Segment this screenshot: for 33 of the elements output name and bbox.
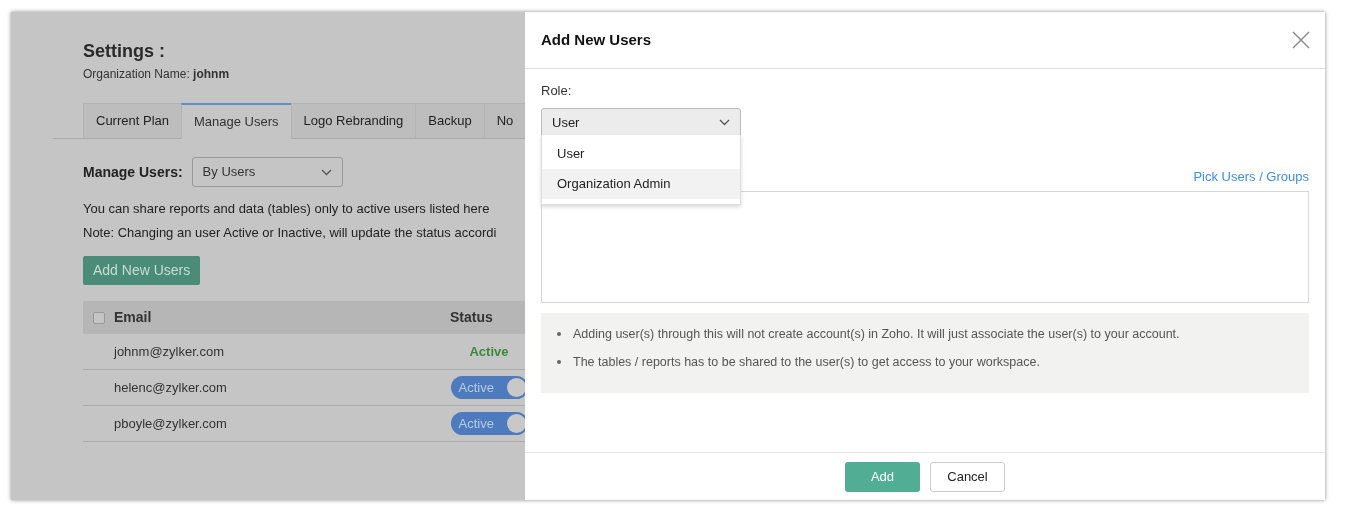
pick-users-link[interactable]: Pick Users / Groups: [1193, 168, 1309, 184]
tab[interactable]: No: [483, 103, 525, 138]
role-dropdown[interactable]: User: [541, 107, 741, 138]
tab[interactable]: Logo Rebranding: [290, 103, 417, 138]
status-text: Active: [469, 342, 509, 361]
chevron-down-icon: [719, 119, 730, 126]
tab[interactable]: Current Plan: [83, 103, 182, 138]
tab[interactable]: Manage Users: [181, 103, 292, 139]
bullet-icon: [557, 360, 561, 365]
cancel-button[interactable]: Cancel: [930, 461, 1005, 492]
column-header: Status: [450, 308, 494, 327]
manage-users-label: Manage Users:: [83, 162, 183, 182]
role-label: Role:: [541, 82, 573, 100]
select-all-checkbox[interactable]: [93, 311, 105, 324]
page-title: Settings :: [83, 40, 166, 63]
menu-option[interactable]: Organization Admin: [542, 169, 740, 199]
menu-option[interactable]: User: [542, 139, 740, 169]
organization-name: Organization Name: johnm: [83, 66, 231, 83]
column-header: Email: [114, 308, 153, 327]
email-cell-text: johnm@zylker.com: [112, 342, 225, 361]
email-cell-text: helenc@zylker.com: [113, 378, 228, 397]
info-text: Adding user(s) through this will not create account(s) in Zoho. It will just associate the user(s) to your account.: [573, 326, 1180, 343]
chevron-down-icon: [320, 168, 332, 176]
info-text: The tables / reports has to be shared to the user(s) to get access to your workspace.: [573, 353, 1040, 371]
dialog-title: Add New Users: [541, 29, 652, 50]
info-text: You can share reports and data (tables) only to active users listed here: [83, 200, 491, 218]
users-field[interactable]: [541, 191, 1309, 303]
info-text: Note: Changing an user Active or Inactive, will update the status accordi: [83, 223, 498, 242]
bullet-icon: [557, 332, 561, 337]
close-icon[interactable]: [1291, 30, 1311, 50]
email-cell-text: pboyle@zylker.com: [113, 414, 228, 433]
tab[interactable]: Backup: [415, 103, 485, 138]
view-dropdown[interactable]: By Users: [191, 157, 343, 187]
